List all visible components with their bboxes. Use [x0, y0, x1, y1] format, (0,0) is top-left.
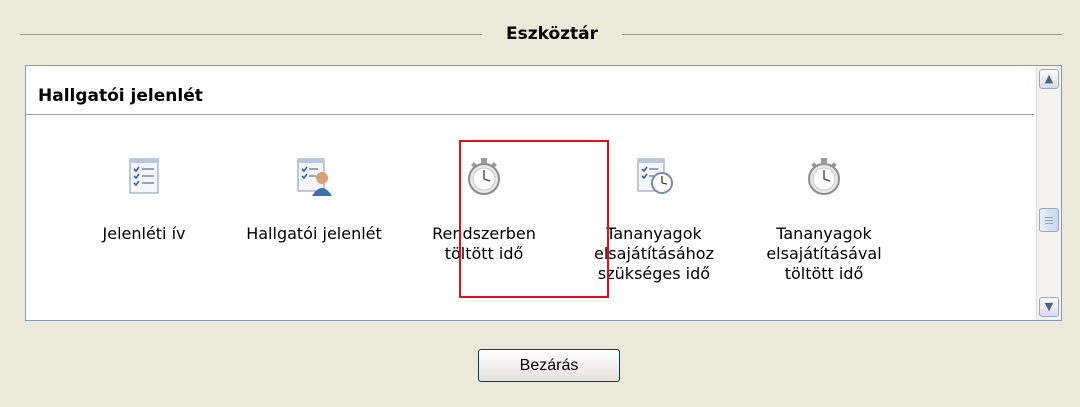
- stopwatch-icon: [808, 158, 840, 195]
- checklist-clock-icon: [637, 158, 673, 194]
- tool-label: Jelenléti ív: [102, 224, 186, 243]
- scroll-down-button[interactable]: ▼: [1039, 297, 1059, 317]
- scroll-thumb[interactable]: [1039, 208, 1059, 232]
- section-divider: [26, 114, 1034, 115]
- scroll-up-button[interactable]: ▲: [1039, 69, 1059, 89]
- tool-label: Tananyagok elsajátításával töltött idő: [766, 224, 882, 283]
- vertical-scrollbar[interactable]: ▲ ▼: [1036, 66, 1061, 320]
- tool-item-hallgatoi-jelenlet[interactable]: Hallgatói jelenlét: [224, 156, 404, 244]
- legend-line-left: [20, 34, 482, 35]
- legend-line-right: [622, 34, 1062, 35]
- close-button[interactable]: Bezárás: [478, 349, 620, 382]
- toolbar-title: Eszköztár: [505, 24, 599, 44]
- checklist-icon: [129, 158, 159, 194]
- section-title: Hallgatói jelenlét: [38, 86, 203, 106]
- tool-panel: Hallgatói jelenlét Jelenléti ív Hallgató…: [25, 65, 1062, 321]
- highlight-box: [459, 140, 609, 298]
- tool-item-tananyagok-toltott-ido[interactable]: Tananyagok elsajátításával töltött idő: [734, 156, 914, 284]
- checklist-user-icon: [297, 158, 332, 196]
- tool-label: Hallgatói jelenlét: [246, 224, 382, 243]
- tool-item-jelenleti-iv[interactable]: Jelenléti ív: [54, 156, 234, 244]
